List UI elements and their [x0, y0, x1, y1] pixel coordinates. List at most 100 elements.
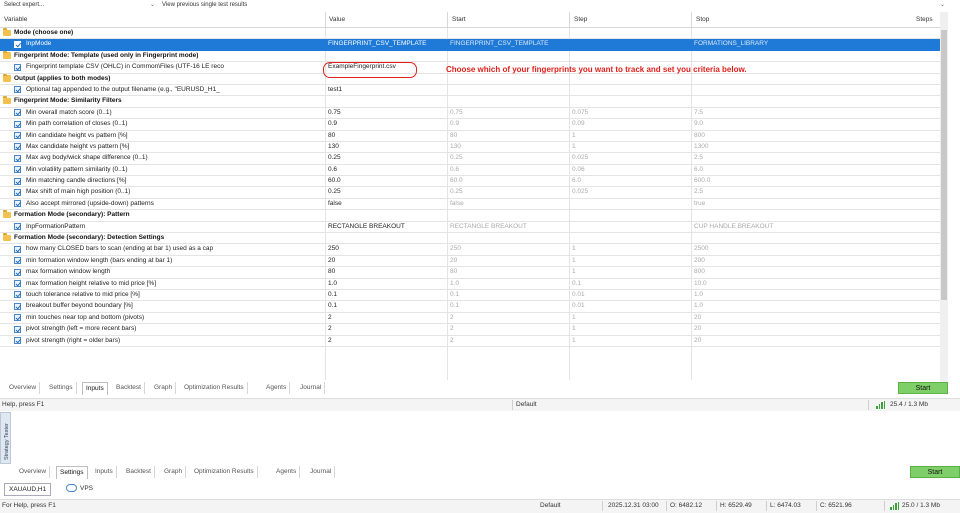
tab-settings[interactable]: Settings [46, 382, 77, 394]
group-header-row[interactable]: Output (applies to both modes) [0, 73, 940, 85]
column-stop[interactable]: Stop [696, 16, 709, 23]
checkbox-icon[interactable] [14, 177, 21, 185]
column-variable[interactable]: Variable [4, 16, 27, 23]
column-step[interactable]: Step [574, 16, 587, 23]
results-select[interactable]: View previous single test results [162, 0, 247, 10]
checkbox-icon[interactable] [14, 132, 21, 140]
tab-optimization-results[interactable]: Optimization Results [181, 382, 248, 394]
checkbox-icon[interactable] [14, 40, 21, 48]
tab-optimization-results[interactable]: Optimization Results [191, 466, 258, 478]
parameter-row[interactable]: Min overall match score (0..1) 0.75 0.75 0.… [0, 108, 940, 120]
group-header-row[interactable]: Formation Mode (secondary): Pattern [0, 210, 940, 222]
tab-journal[interactable]: Journal [307, 466, 336, 478]
parameter-value[interactable]: 60.0 [328, 176, 446, 186]
tab-settings[interactable]: Settings [56, 466, 88, 479]
strategy-tester-side-tab[interactable]: Strategy Tester [0, 412, 11, 464]
parameter-value[interactable]: 0.6 [328, 165, 446, 175]
checkbox-icon[interactable] [14, 109, 21, 117]
parameter-row[interactable]: InpMode FINGERPRINT_CSV_TEMPLATE FINGERPRI… [0, 39, 940, 51]
tab-inputs[interactable]: Inputs [92, 466, 117, 478]
start-button[interactable]: Start [898, 382, 948, 394]
symbol-tab[interactable]: XAUAUD,H1 [4, 483, 52, 496]
checkbox-icon[interactable] [14, 245, 21, 253]
parameter-value[interactable]: FINGERPRINT_CSV_TEMPLATE [328, 39, 446, 49]
parameter-row[interactable]: Max avg body/wick shape difference (0..1… [0, 153, 940, 165]
column-steps[interactable]: Steps [916, 16, 933, 23]
checkbox-icon[interactable] [14, 291, 21, 299]
parameter-value[interactable]: 250 [328, 244, 446, 254]
parameter-row[interactable]: Min matching candle directions [%] 60.0 60… [0, 176, 940, 188]
parameter-value[interactable]: false [328, 199, 446, 209]
tab-graph[interactable]: Graph [151, 382, 177, 394]
tab-backtest[interactable]: Backtest [123, 466, 155, 478]
parameter-value[interactable]: 2 [328, 336, 446, 346]
checkbox-icon[interactable] [14, 166, 21, 174]
parameter-row[interactable]: Max shift of main high position (0..1) 0.… [0, 187, 940, 199]
parameter-row[interactable]: min formation window length (bars ending… [0, 256, 940, 268]
tab-graph[interactable]: Graph [161, 466, 187, 478]
checkbox-icon[interactable] [14, 154, 21, 162]
expert-select[interactable]: Select expert... [4, 0, 44, 10]
checkbox-icon[interactable] [14, 143, 21, 151]
column-value[interactable]: Value [329, 16, 345, 23]
parameter-value[interactable]: RECTANGLE BREAKOUT [328, 222, 446, 232]
parameter-value[interactable]: 0.1 [328, 290, 446, 300]
checkbox-icon[interactable] [14, 302, 21, 310]
group-header-row[interactable]: Fingerprint Mode: Template (used only in… [0, 50, 940, 63]
vps-tab[interactable]: VPS [80, 485, 93, 492]
parameter-row[interactable]: pivot strength (left = more recent bars)… [0, 324, 940, 336]
group-header-row[interactable]: Formation Mode (secondary): Detection Se… [0, 233, 940, 245]
checkbox-icon[interactable] [14, 120, 21, 128]
tab-overview[interactable]: Overview [6, 382, 41, 394]
parameter-value[interactable]: 0.25 [328, 187, 446, 197]
parameter-row[interactable]: max formation height relative to mid pri… [0, 279, 940, 290]
checkbox-icon[interactable] [14, 223, 21, 231]
checkbox-icon[interactable] [14, 63, 21, 71]
parameter-row[interactable]: Min volatility pattern similarity (0..1)… [0, 165, 940, 177]
parameter-row[interactable]: breakout buffer beyond boundary [%] 0.1 0.… [0, 301, 940, 313]
scrollbar-thumb[interactable] [941, 30, 947, 300]
chevron-down-icon[interactable]: ⌄ [940, 0, 945, 10]
parameter-value[interactable]: 20 [328, 256, 446, 266]
parameter-value[interactable]: 80 [328, 267, 446, 277]
checkbox-icon[interactable] [14, 337, 21, 345]
parameter-row[interactable]: how many CLOSED bars to scan (ending at … [0, 244, 940, 256]
parameter-value[interactable]: 1.0 [328, 279, 446, 289]
parameter-value[interactable]: 80 [328, 131, 446, 141]
parameter-value[interactable]: 130 [328, 142, 446, 152]
parameter-row[interactable]: max formation window length 80 80 1 800 [0, 267, 940, 279]
parameter-row[interactable]: InpFormationPattern RECTANGLE BREAKOUT REC… [0, 222, 940, 234]
parameter-value[interactable]: 0.75 [328, 108, 446, 118]
parameter-row[interactable]: Min candidate height vs pattern [%] 80 80 1… [0, 131, 940, 142]
parameter-value[interactable]: 2 [328, 313, 446, 323]
parameter-row[interactable]: touch tolerance relative to mid price [%… [0, 290, 940, 302]
parameter-row[interactable]: pivot strength (right = older bars) 2 2 1 20 [0, 336, 940, 347]
group-header-row[interactable]: Fingerprint Mode: Similarity Filters [0, 96, 940, 108]
parameter-value[interactable]: 0.1 [328, 301, 446, 311]
checkbox-icon[interactable] [14, 188, 21, 196]
checkbox-icon[interactable] [14, 200, 21, 208]
checkbox-icon[interactable] [14, 314, 21, 322]
checkbox-icon[interactable] [14, 280, 21, 288]
tab-journal[interactable]: Journal [297, 382, 326, 394]
checkbox-icon[interactable] [14, 325, 21, 333]
parameter-value[interactable]: 0.9 [328, 119, 446, 129]
tab-inputs[interactable]: Inputs [82, 382, 108, 395]
parameter-row[interactable]: Optional tag appended to the output file… [0, 85, 940, 97]
parameter-row[interactable]: min touches near top and bottom (pivots)… [0, 313, 940, 325]
checkbox-icon[interactable] [14, 268, 21, 276]
tab-backtest[interactable]: Backtest [113, 382, 145, 394]
parameter-value[interactable]: test1 [328, 85, 446, 95]
tab-agents[interactable]: Agents [263, 382, 291, 394]
start-button-outer[interactable]: Start [910, 466, 960, 478]
tab-overview[interactable]: Overview [16, 466, 51, 478]
parameter-row[interactable]: Max candidate height vs pattern [%] 130 13… [0, 142, 940, 154]
column-start[interactable]: Start [452, 16, 466, 23]
group-header-row[interactable]: Mode (choose one) [0, 28, 940, 40]
parameter-value[interactable]: 0.25 [328, 153, 446, 163]
checkbox-icon[interactable] [14, 257, 21, 265]
parameter-row[interactable]: Also accept mirrored (upside-down) patte… [0, 199, 940, 211]
chevron-down-icon[interactable]: ⌄ [150, 0, 155, 10]
checkbox-icon[interactable] [14, 86, 21, 94]
tab-agents[interactable]: Agents [273, 466, 301, 478]
